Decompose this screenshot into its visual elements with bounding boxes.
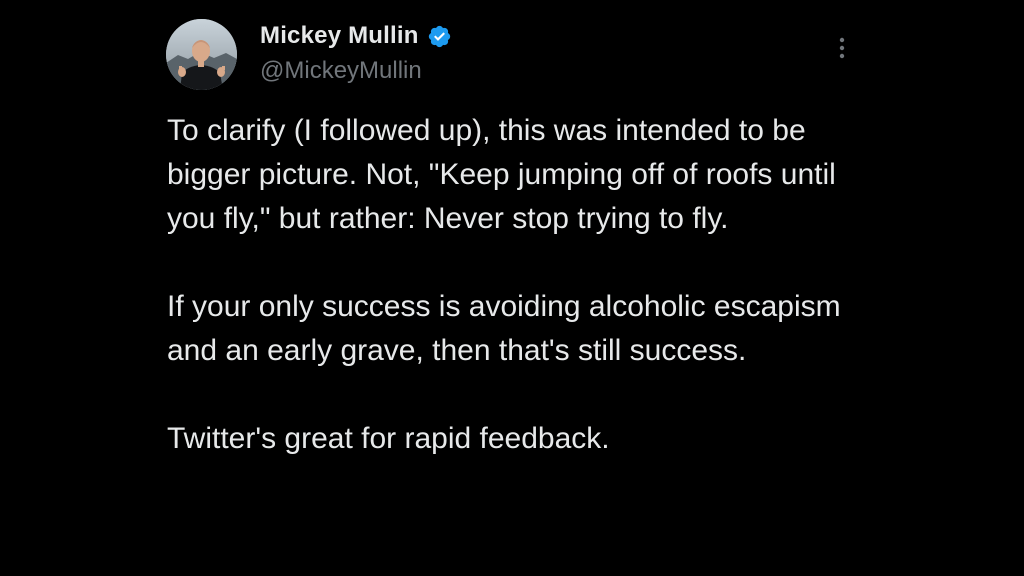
profile-photo — [166, 19, 237, 90]
more-options-icon[interactable] — [830, 35, 854, 61]
user-handle[interactable]: @MickeyMullin — [260, 55, 422, 87]
display-name[interactable]: Mickey Mullin — [260, 20, 419, 52]
tweet-paragraph: Twitter's great for rapid feedback. — [167, 422, 610, 455]
tweet-text: To clarify (I followed up), this was int… — [167, 109, 887, 461]
author-name-row: Mickey Mullin — [260, 20, 452, 52]
avatar[interactable] — [166, 19, 237, 90]
tweet-paragraph: To clarify (I followed up), this was int… — [167, 114, 836, 235]
tweet-card: Mickey Mullin @MickeyMullin To clarify (… — [0, 0, 1024, 576]
verified-badge-icon[interactable] — [427, 24, 452, 49]
tweet-paragraph: If your only success is avoiding alcohol… — [167, 290, 841, 367]
